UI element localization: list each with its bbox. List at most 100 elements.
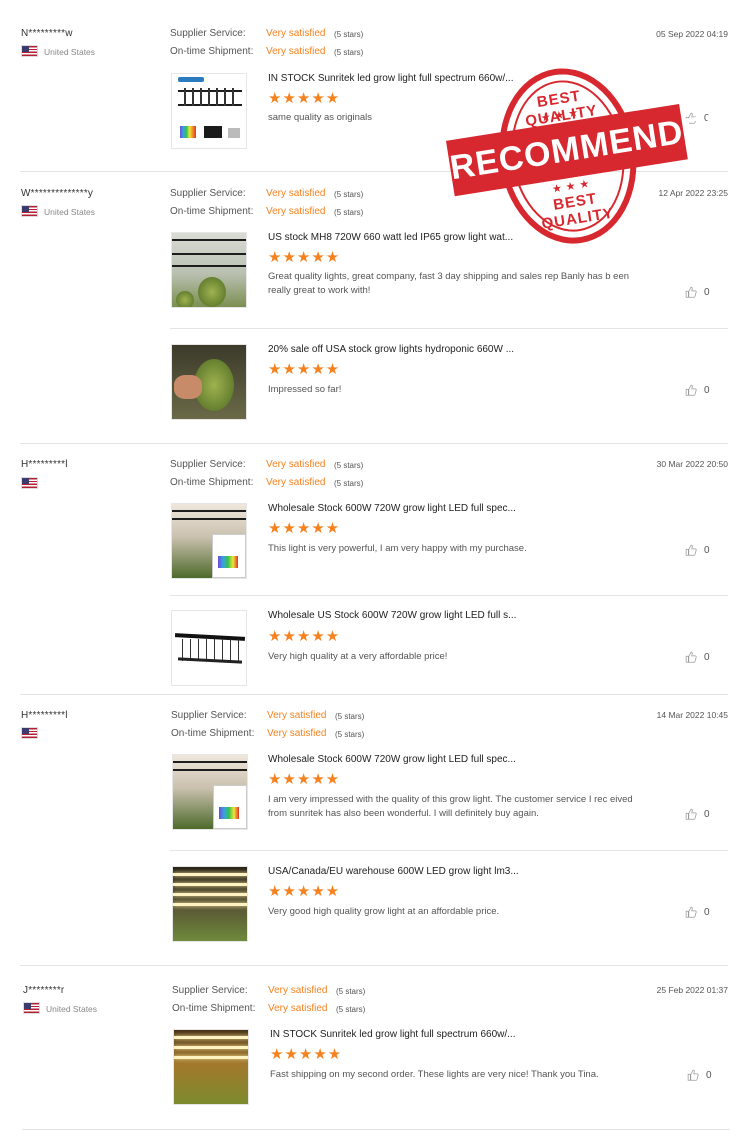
ontime-shipment-value: Very satisfied [267,728,327,739]
review-date: 14 Mar 2022 10:45 [656,710,728,720]
supplier-service-stars: (5 stars) [336,987,366,996]
like-count: 0 [704,651,710,663]
supplier-service-label: Supplier Service: [170,28,246,39]
product-rating-stars: ★★★★★ [268,771,341,788]
like-button[interactable]: 0 [687,1069,712,1081]
ontime-shipment-label: On-time Shipment: [172,1003,256,1014]
supplier-service-value: Very satisfied [266,459,326,470]
ontime-shipment-label: On-time Shipment: [171,728,255,739]
us-flag-icon [21,727,38,739]
product-rating-stars: ★★★★★ [268,520,341,537]
reviewer-country: United States [44,207,96,217]
product-image[interactable] [173,1029,249,1105]
review-divider [20,443,728,444]
review-date: 25 Feb 2022 01:37 [656,985,728,995]
product-image[interactable] [171,232,247,308]
ontime-shipment-value: Very satisfied [268,1003,328,1014]
product-rating-stars: ★★★★★ [268,361,341,378]
product-rating-stars: ★★★★★ [270,1046,343,1063]
supplier-service-value: Very satisfied [267,710,327,721]
product-rating-stars: ★★★★★ [268,249,341,266]
like-button[interactable]: 0 [685,384,710,396]
supplier-service-value: Very satisfied [266,188,326,199]
thumbs-up-icon [685,286,697,298]
like-count: 0 [704,906,710,918]
review-divider [20,694,728,695]
review-comment: Great quality lights, great company, fas… [268,271,630,296]
thumbs-up-icon [687,1069,699,1081]
reviewer-name: J********r [23,985,65,996]
product-rating-stars: ★★★★★ [268,90,341,107]
item-divider [170,595,728,596]
ontime-shipment-stars: (5 stars) [336,1005,366,1014]
supplier-service-label: Supplier Service: [171,710,247,721]
thumbs-up-icon [685,651,697,663]
product-title[interactable]: Wholesale Stock 600W 720W grow light LED… [268,503,516,514]
product-image[interactable] [171,73,247,149]
thumbs-up-icon [685,808,697,820]
review-date: 30 Mar 2022 20:50 [656,459,728,469]
review-comment: Fast shipping on my second order. These … [270,1069,599,1080]
product-image[interactable] [172,866,248,942]
supplier-service-stars: (5 stars) [334,30,364,39]
item-divider [170,328,728,329]
item-divider [170,850,728,851]
ontime-shipment-stars: (5 stars) [335,730,365,739]
us-flag-icon [21,205,38,217]
like-count: 0 [704,384,710,396]
reviewer-name: N*********w [21,28,73,39]
like-button[interactable]: 0 [685,286,710,298]
like-count: 0 [704,808,710,820]
review-comment: Impressed so far! [268,384,342,395]
supplier-service-label: Supplier Service: [170,459,246,470]
supplier-service-label: Supplier Service: [170,188,246,199]
review-comment: Very high quality at a very affordable p… [268,651,448,662]
product-image[interactable] [172,754,248,830]
like-button[interactable]: 0 [685,544,710,556]
supplier-service-stars: (5 stars) [334,190,364,199]
us-flag-icon [21,477,38,489]
review-date: 05 Sep 2022 04:19 [656,29,728,39]
reviewer-name: H*********l [21,459,68,470]
product-image[interactable] [171,344,247,420]
review-divider [20,965,728,966]
like-count: 0 [704,286,710,298]
like-button[interactable]: 0 [685,906,710,918]
like-count: 0 [706,1069,712,1081]
thumbs-up-icon [685,906,697,918]
product-rating-stars: ★★★★★ [268,628,341,645]
product-title[interactable]: Wholesale Stock 600W 720W grow light LED… [268,754,516,765]
supplier-service-value: Very satisfied [266,28,326,39]
review-comment: Very good high quality grow light at an … [268,906,500,917]
like-button[interactable]: 0 [685,651,710,663]
ontime-shipment-label: On-time Shipment: [170,46,254,57]
ontime-shipment-stars: (5 stars) [334,48,364,57]
product-title[interactable]: 20% sale off USA stock grow lights hydro… [268,344,514,355]
product-title[interactable]: Wholesale US Stock 600W 720W grow light … [268,610,516,621]
ontime-shipment-stars: (5 stars) [334,479,364,488]
product-rating-stars: ★★★★★ [268,883,341,900]
ontime-shipment-label: On-time Shipment: [170,477,254,488]
supplier-service-stars: (5 stars) [334,461,364,470]
reviewer-country: United States [46,1004,98,1014]
ontime-shipment-value: Very satisfied [266,477,326,488]
like-button[interactable]: 0 [685,808,710,820]
ontime-shipment-label: On-time Shipment: [170,206,254,217]
recommended-stamp: BEST QUALITY ★★★ RECOMMENDED ★★★ BEST QU… [438,51,735,264]
ontime-shipment-value: Very satisfied [266,46,326,57]
us-flag-icon [23,1002,40,1014]
product-image[interactable] [171,503,247,579]
review-divider [22,1129,730,1130]
supplier-service-label: Supplier Service: [172,985,248,996]
ontime-shipment-value: Very satisfied [266,206,326,217]
thumbs-up-icon [685,544,697,556]
supplier-service-value: Very satisfied [268,985,328,996]
ontime-shipment-stars: (5 stars) [334,208,364,217]
product-title[interactable]: IN STOCK Sunritek led grow light full sp… [270,1029,515,1040]
product-image[interactable] [171,610,247,686]
us-flag-icon [21,45,38,57]
supplier-service-stars: (5 stars) [335,712,365,721]
reviewer-name: W**************y [21,188,94,199]
review-comment: This light is very powerful, I am very h… [268,543,527,554]
product-title[interactable]: USA/Canada/EU warehouse 600W LED grow li… [268,866,519,877]
